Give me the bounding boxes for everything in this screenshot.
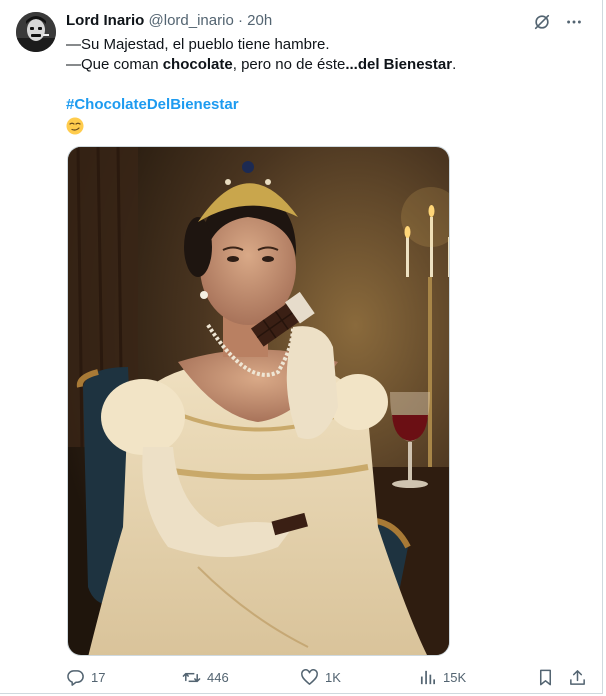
heart-icon <box>301 669 318 685</box>
share-button[interactable] <box>568 668 587 687</box>
views-chart-icon <box>420 670 436 685</box>
like-button[interactable]: 1K <box>300 668 341 687</box>
smirking-face-icon <box>66 117 84 135</box>
views-count: 15K <box>443 670 467 685</box>
timestamp[interactable]: 20h <box>247 12 272 29</box>
action-bar: 17 446 1K 15K <box>66 668 586 690</box>
tweet-header: Lord Inario @lord_inario · 20h <box>66 12 272 30</box>
reply-icon <box>67 670 84 686</box>
like-count: 1K <box>325 670 341 685</box>
separator-dot: · <box>237 12 243 29</box>
reply-count: 17 <box>91 670 106 685</box>
tweet-image[interactable] <box>67 146 450 656</box>
hashtag-link[interactable]: #ChocolateDelBienestar <box>66 96 239 113</box>
share-icon <box>570 670 585 685</box>
views-button[interactable]: 15K <box>418 668 466 687</box>
bookmark-icon <box>539 669 552 686</box>
reply-button[interactable]: 17 <box>66 668 105 687</box>
grok-icon[interactable] <box>532 12 552 32</box>
queen-eating-chocolate-illustration <box>68 147 449 655</box>
more-options-icon[interactable] <box>564 12 584 32</box>
user-handle[interactable]: @lord_inario <box>149 12 234 29</box>
tweet-line-2: —Que coman chocolate, pero no de éste...… <box>66 56 457 73</box>
repost-count: 446 <box>207 670 229 685</box>
bookmark-button[interactable] <box>536 668 555 687</box>
repost-button[interactable]: 446 <box>182 668 229 687</box>
repost-icon <box>182 672 201 683</box>
display-name[interactable]: Lord Inario <box>66 12 144 29</box>
tweet-text: —Su Majestad, el pueblo tiene hambre. —Q… <box>66 35 586 141</box>
tweet-line-1: —Su Majestad, el pueblo tiene hambre. <box>66 36 330 53</box>
avatar[interactable] <box>16 12 56 52</box>
tweet-card: Lord Inario @lord_inario · 20h —Su Majes… <box>0 0 603 694</box>
top-right-icons <box>532 12 584 32</box>
